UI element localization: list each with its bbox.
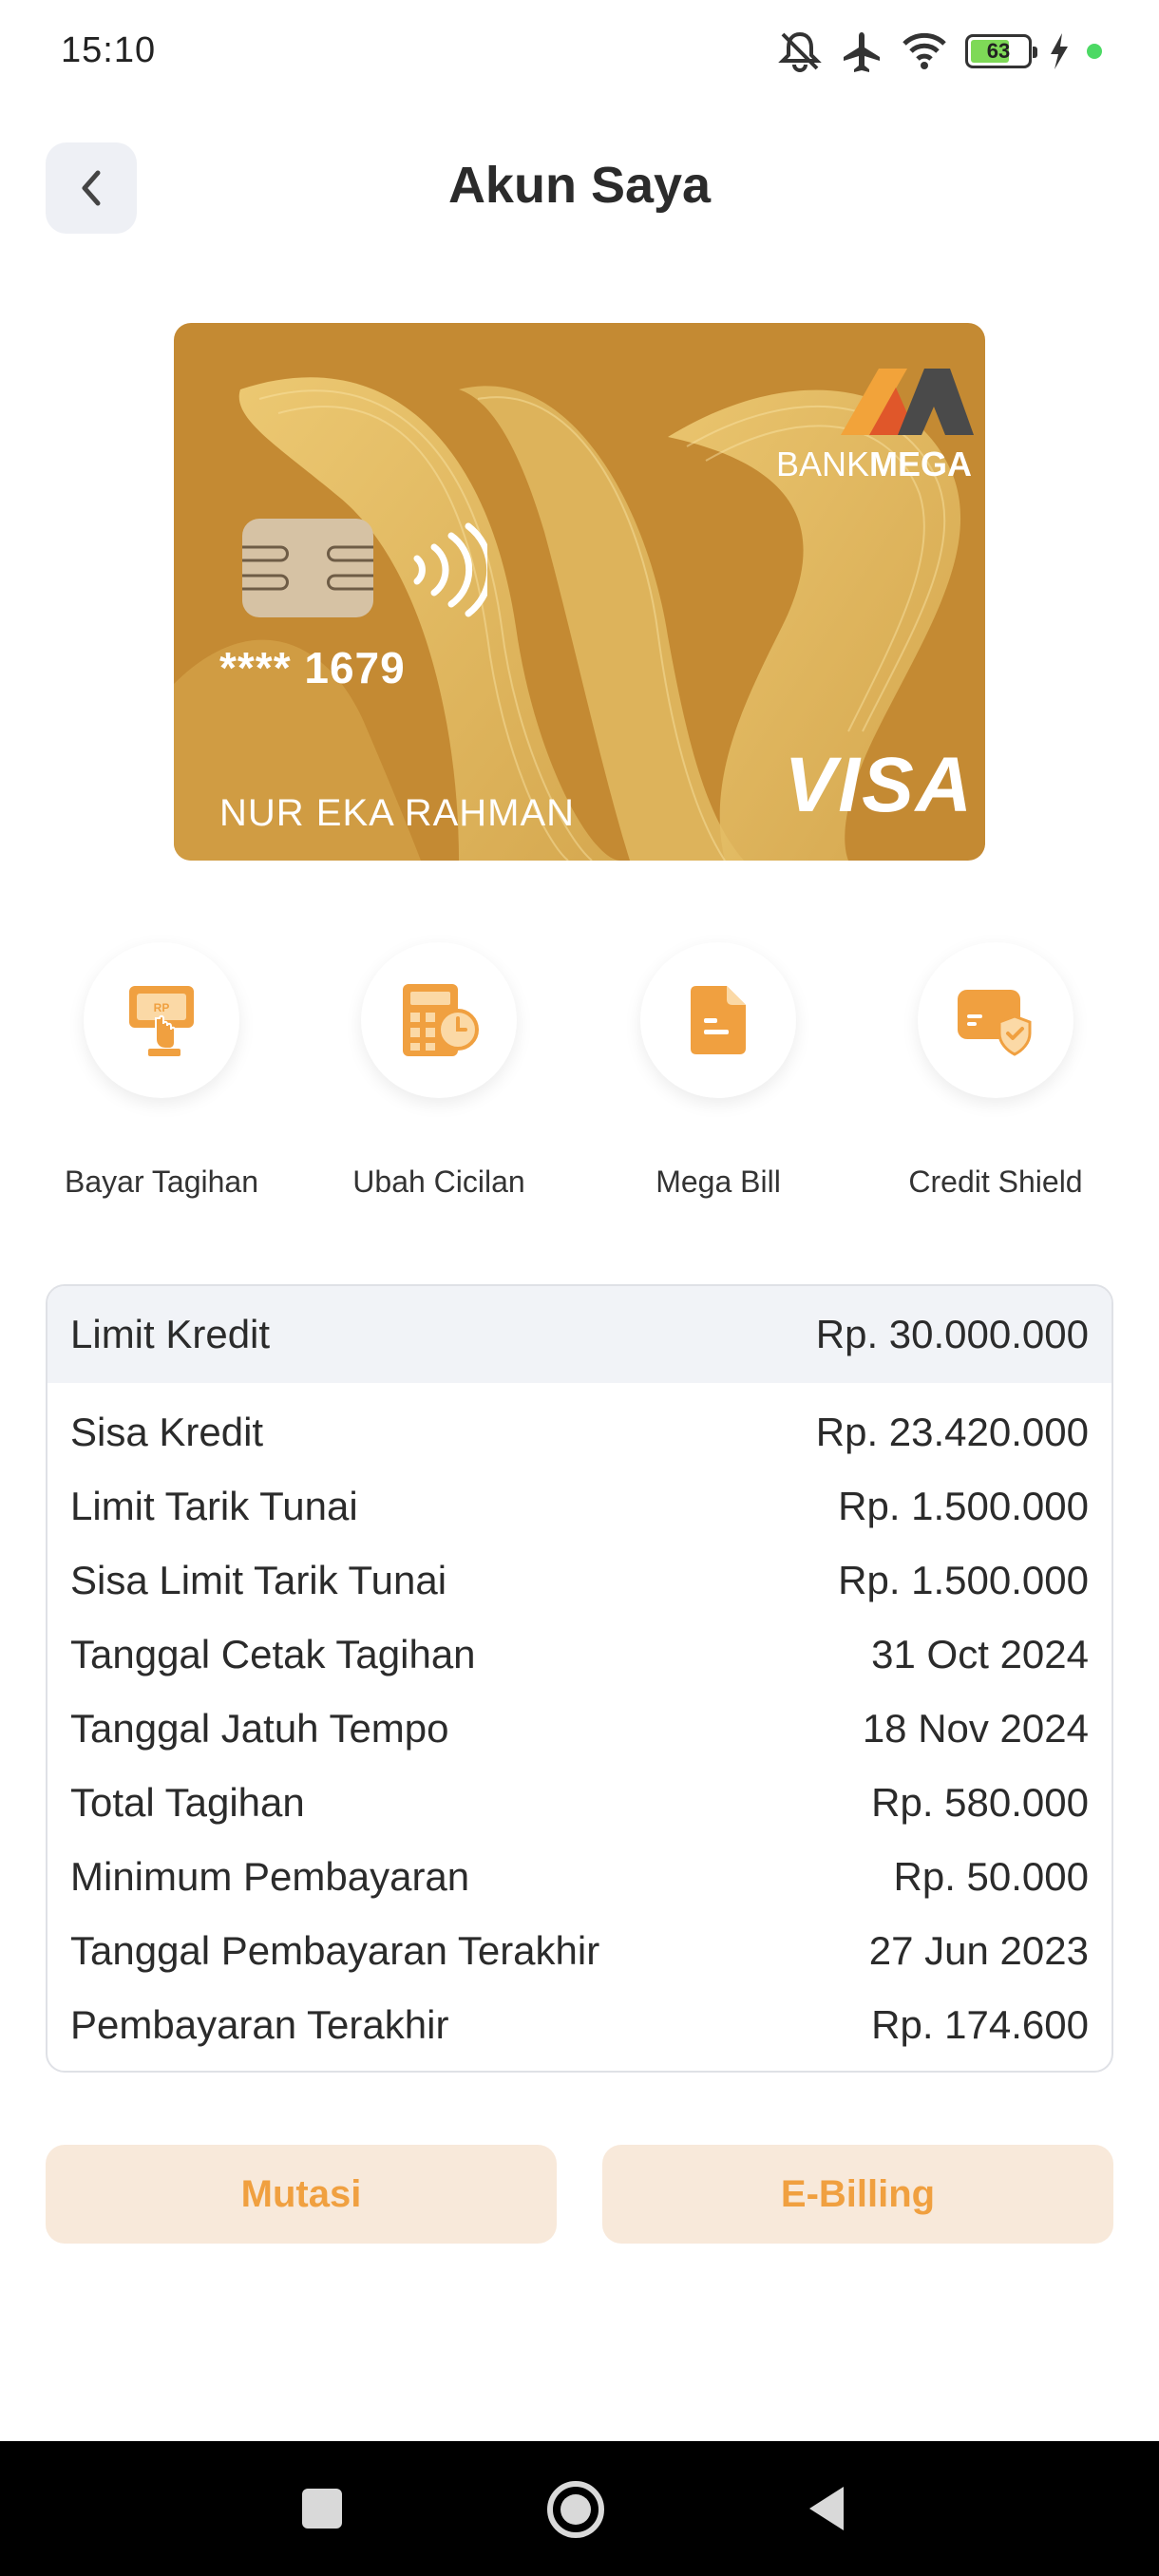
bill-payment-icon: RP	[129, 986, 194, 1056]
action-credit-shield[interactable]: Credit Shield	[882, 942, 1110, 1200]
wifi-icon	[902, 32, 946, 69]
mute-icon	[778, 31, 822, 72]
contactless-icon	[413, 522, 487, 617]
card-chip-icon	[242, 519, 373, 617]
battery-icon: 63	[965, 34, 1037, 68]
bank-name-bold: MEGA	[869, 445, 972, 483]
action-icon-circle	[640, 942, 796, 1098]
info-row: Tanggal Pembayaran Terakhir 27 Jun 2023	[70, 1923, 1089, 1979]
info-row: Total Tagihan Rp. 580.000	[70, 1774, 1089, 1831]
bank-name: BANKMEGA	[776, 445, 972, 484]
action-label: Credit Shield	[908, 1165, 1083, 1199]
action-mega-bill[interactable]: Mega Bill	[604, 942, 832, 1200]
document-icon	[691, 986, 746, 1054]
mutasi-button[interactable]: Mutasi	[46, 2145, 557, 2244]
info-label: Minimum Pembayaran	[70, 1854, 470, 1899]
triangle-back-icon[interactable]	[804, 2483, 847, 2534]
action-icon-circle	[361, 942, 517, 1098]
action-label: Bayar Tagihan	[65, 1165, 258, 1199]
square-recents-icon[interactable]	[300, 2487, 344, 2530]
card-network-logo: VISA	[784, 742, 974, 828]
info-label: Tanggal Pembayaran Terakhir	[70, 1928, 600, 1973]
info-row: Sisa Kredit Rp. 23.420.000	[70, 1404, 1089, 1461]
info-value: Rp. 1.500.000	[838, 1484, 1089, 1528]
info-value: 31 Oct 2024	[871, 1632, 1089, 1676]
bank-name-light: BANK	[775, 445, 869, 483]
info-value: Rp. 23.420.000	[815, 1410, 1089, 1454]
info-value: 18 Nov 2024	[862, 1706, 1089, 1751]
action-label: Ubah Cicilan	[352, 1165, 525, 1199]
info-label: Limit Kredit	[70, 1312, 271, 1356]
info-value: Rp. 50.000	[893, 1854, 1090, 1899]
circle-home-icon[interactable]	[545, 2479, 606, 2540]
action-icon-circle: RP	[84, 942, 239, 1098]
info-label: Total Tagihan	[70, 1780, 305, 1825]
system-nav-bar	[0, 2441, 1159, 2576]
airplane-icon	[844, 32, 880, 72]
info-value: Rp. 174.600	[871, 2002, 1089, 2047]
e-billing-button[interactable]: E-Billing	[602, 2145, 1113, 2244]
info-row: Minimum Pembayaran Rp. 50.000	[70, 1848, 1089, 1905]
info-row: Limit Tarik Tunai Rp. 1.500.000	[70, 1478, 1089, 1535]
page-title: Akun Saya	[447, 157, 712, 214]
credit-card[interactable]: BANKMEGA **** 1679 NUR EKA RAHMAN VISA	[174, 323, 985, 861]
info-label: Sisa Kredit	[70, 1410, 264, 1454]
info-value: Rp. 1.500.000	[838, 1558, 1089, 1602]
info-label: Pembayaran Terakhir	[70, 2002, 449, 2047]
info-label: Tanggal Jatuh Tempo	[70, 1706, 449, 1751]
card-shield-icon	[958, 990, 1032, 1056]
status-icons: 63	[777, 28, 1102, 74]
info-row: Sisa Limit Tarik Tunai Rp. 1.500.000	[70, 1552, 1089, 1609]
info-value: Rp. 30.000.000	[815, 1312, 1089, 1356]
quick-actions: RP Bayar Tagihan Ubah Cicilan Mega Bill …	[0, 942, 1159, 1227]
card-holder-name: NUR EKA RAHMAN	[219, 792, 576, 834]
info-value: Rp. 580.000	[871, 1780, 1089, 1825]
info-row: Tanggal Cetak Tagihan 31 Oct 2024	[70, 1626, 1089, 1683]
svg-text:RP: RP	[154, 1001, 170, 1014]
status-time: 15:10	[61, 30, 157, 70]
action-bayar-tagihan[interactable]: RP Bayar Tagihan	[48, 942, 276, 1200]
card-number: **** 1679	[219, 643, 406, 692]
info-row: Tanggal Jatuh Tempo 18 Nov 2024	[70, 1700, 1089, 1757]
status-bar: 15:10 63	[0, 0, 1159, 104]
action-label: Mega Bill	[656, 1165, 781, 1199]
battery-level: 63	[986, 39, 1011, 63]
action-icon-circle	[918, 942, 1074, 1098]
credit-info-panel: Limit Kredit Rp. 30.000.000 Sisa Kredit …	[46, 1284, 1113, 2073]
info-label: Tanggal Cetak Tagihan	[70, 1632, 476, 1676]
calculator-icon	[403, 984, 479, 1056]
info-row: Pembayaran Terakhir Rp. 174.600	[70, 1997, 1089, 2054]
info-header-row: Limit Kredit Rp. 30.000.000	[48, 1286, 1112, 1383]
info-label: Limit Tarik Tunai	[70, 1484, 358, 1528]
info-value: 27 Jun 2023	[868, 1928, 1089, 1973]
action-ubah-cicilan[interactable]: Ubah Cicilan	[325, 942, 553, 1200]
charging-icon	[1051, 33, 1068, 69]
info-label: Sisa Limit Tarik Tunai	[70, 1558, 447, 1602]
dot-icon	[1087, 44, 1102, 59]
